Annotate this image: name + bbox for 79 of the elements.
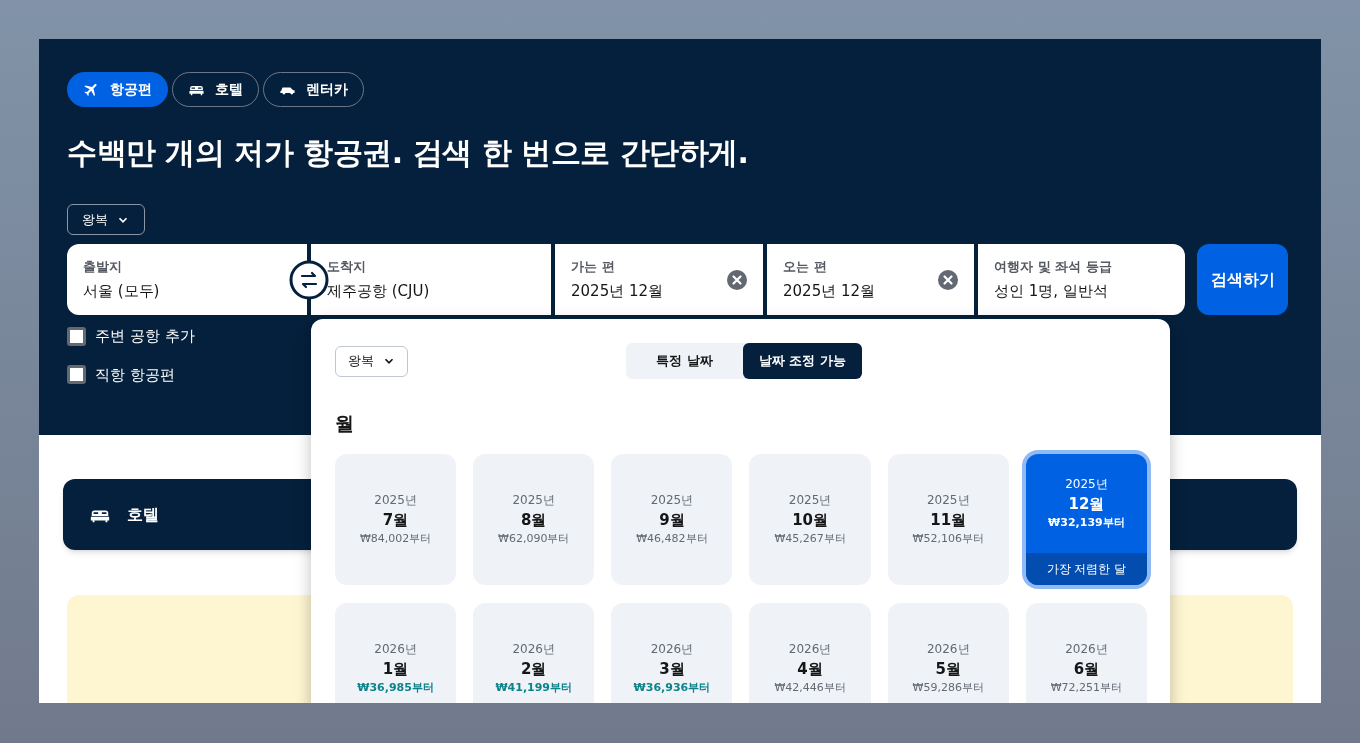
month-year: 2025년 [926,491,970,509]
field-value: 2025년 12월 [571,280,665,302]
search-field[interactable]: 출발지 서울 (모두) [67,244,307,315]
clear-icon[interactable] [938,269,958,290]
month-year: 2025년 [374,491,417,509]
month-name: 8월 [521,509,547,531]
month-price: ₩59,286부터 [912,680,984,696]
month-card[interactable]: 2026년 3월 ₩36,936부터 [611,602,733,703]
month-price: ₩52,106부터 [912,531,984,547]
search-field[interactable]: 가는 편 2025년 12월 [555,244,763,315]
headline: 수백만 개의 저가 항공권. 검색 한 번으로 간단하게. [67,134,750,172]
month-price: ₩36,985부터 [357,680,434,696]
month-year: 2026년 [512,640,555,658]
section-title: 월 [335,411,355,436]
month-name: 5월 [935,658,961,680]
trip-type-dropdown[interactable]: 왕복 [67,204,145,235]
month-price: ₩46,482부터 [636,531,708,547]
month-card[interactable]: 2025년 10월 ₩45,267부터 [749,453,871,585]
field-value: 제주공항 (CJU) [327,280,431,302]
month-card[interactable]: 2026년 2월 ₩41,199부터 [473,602,595,703]
month-card[interactable]: 2025년 8월 ₩62,090부터 [473,453,595,585]
month-name: 3월 [659,658,685,680]
checkbox-label: 주변 공항 추가 [95,326,195,347]
month-price: ₩41,199부터 [495,680,573,696]
month-name: 9월 [659,509,685,531]
month-price: ₩45,267부터 [774,531,846,547]
month-year: 2025년 [512,491,555,509]
checkbox[interactable] [67,326,86,346]
month-name: 4월 [797,658,823,680]
field-value: 서울 (모두) [83,280,161,302]
hotel-banner-label: 호텔 [127,503,159,526]
month-card[interactable]: 2025년 9월 ₩46,482부터 [611,453,733,585]
month-year: 2026년 [374,640,417,658]
month-card[interactable]: 2026년 5월 ₩59,286부터 [887,602,1009,703]
month-year: 2026년 [926,640,970,658]
product-tab[interactable]: 항공편 [67,72,168,107]
month-card[interactable]: 2026년 1월 ₩36,985부터 [335,602,457,703]
field-value: 2025년 12월 [783,280,877,302]
month-name: 12월 [1068,493,1105,515]
month-year: 2026년 [1065,640,1108,658]
month-name: 1월 [382,658,409,680]
checkbox-label: 직항 항공편 [95,364,175,386]
month-year: 2026년 [650,640,694,658]
clear-icon[interactable] [727,269,747,290]
month-year: 2026년 [788,640,832,658]
month-price: ₩42,446부터 [774,680,846,696]
month-card[interactable]: 2025년 7월 ₩84,002부터 [335,453,457,585]
search-field[interactable]: 도착지 제주공항 (CJU) [311,244,551,315]
checkbox[interactable] [67,365,86,385]
month-price: ₩62,090부터 [498,531,570,547]
search-field[interactable]: 오는 편 2025년 12월 [767,244,974,315]
field-label: 가는 편 [571,258,616,276]
date-mode-tab[interactable]: 날짜 조정 가능 [742,343,862,379]
search-field[interactable]: 여행자 및 좌석 등급 성인 1명, 일반석 [978,244,1185,315]
search-button[interactable]: 검색하기 [1197,244,1288,315]
month-card[interactable]: 2025년 11월 ₩52,106부터 [887,453,1009,585]
month-name: 11월 [930,509,967,531]
date-mode-tab[interactable]: 특정 날짜 [626,343,743,379]
month-card[interactable]: 2026년 6월 ₩72,251부터 [1025,602,1147,703]
month-price: ₩32,139부터 [1048,515,1125,531]
field-label: 오는 편 [783,258,828,276]
month-name: 10월 [792,509,828,531]
month-name: 6월 [1073,658,1100,680]
swap-icon[interactable] [289,260,329,300]
month-price: ₩72,251부터 [1050,680,1123,696]
month-year: 2025년 [1065,475,1108,493]
month-card[interactable]: 2026년 4월 ₩42,446부터 [749,602,871,703]
month-year: 2025년 [788,491,832,509]
month-year: 2025년 [650,491,694,509]
field-label: 출발지 [83,258,123,276]
field-value: 성인 1명, 일반석 [994,280,1109,302]
cheapest-month-badge: 가장 저렴한 달 [1025,552,1147,585]
field-label: 여행자 및 좌석 등급 [994,258,1113,276]
month-price: ₩36,936부터 [633,680,711,696]
field-label: 도착지 [327,258,367,276]
month-name: 2월 [521,658,547,680]
month-name: 7월 [382,509,409,531]
trip-type-dropdown[interactable]: 왕복 [335,345,408,377]
month-price: ₩84,002부터 [359,531,432,547]
